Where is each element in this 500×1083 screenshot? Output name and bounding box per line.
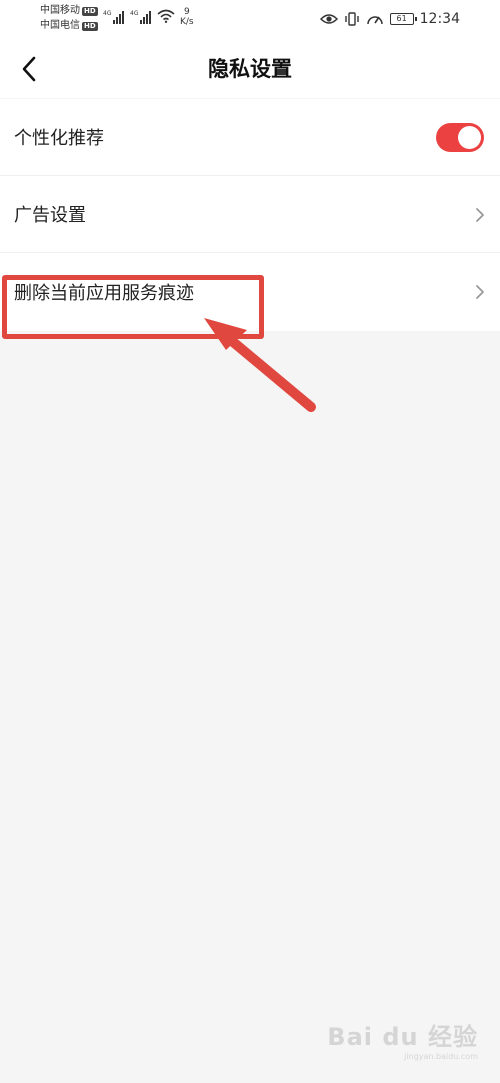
annotation-arrow-icon xyxy=(204,318,316,412)
watermark: Bai du 经验 jingyan.baidu.com xyxy=(327,1017,478,1061)
watermark-url: jingyan.baidu.com xyxy=(404,1052,478,1061)
watermark-logo: Bai du 经验 xyxy=(327,1023,478,1051)
